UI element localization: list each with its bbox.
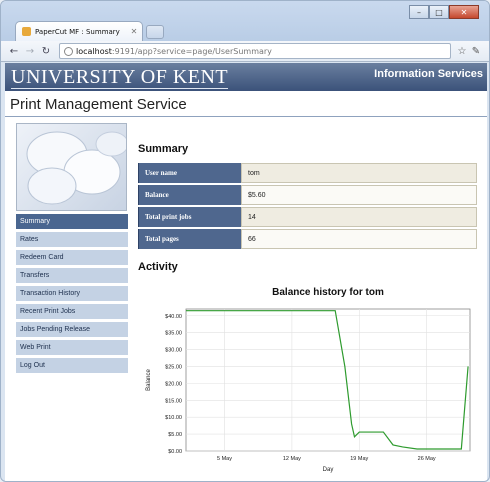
forward-icon[interactable]: → bbox=[23, 46, 37, 57]
y-tick-label: $5.00 bbox=[168, 432, 182, 438]
title-bar: PaperCut MF : Summary ✕ – □ ✕ bbox=[1, 1, 489, 41]
summary-value: 66 bbox=[241, 229, 477, 249]
summary-label: Total print jobs bbox=[138, 207, 241, 227]
header-banner: UNIVERSITY OF KENT Information Services bbox=[5, 63, 487, 91]
y-tick-label: $40.00 bbox=[165, 314, 182, 320]
summary-label: User name bbox=[138, 163, 241, 183]
tab-title: PaperCut MF : Summary bbox=[35, 27, 120, 36]
address-bar[interactable]: localhost:9191/app?service=page/UserSumm… bbox=[59, 43, 451, 59]
page-title: Print Management Service bbox=[5, 91, 487, 117]
y-tick-label: $25.00 bbox=[165, 364, 182, 370]
y-tick-label: $35.00 bbox=[165, 331, 182, 337]
y-tick-label: $0.00 bbox=[168, 449, 182, 455]
url-path: :9191/app?service=page/UserSummary bbox=[111, 46, 272, 56]
paper-rolls-illustration bbox=[26, 131, 126, 205]
browser-window: PaperCut MF : Summary ✕ – □ ✕ ← → ↻ loca… bbox=[0, 0, 490, 482]
x-tick-label: 12 May bbox=[283, 456, 301, 462]
chart-title: Balance history for tom bbox=[272, 287, 384, 298]
sidebar-item-redeem-card[interactable]: Redeem Card bbox=[16, 250, 128, 265]
minimize-icon[interactable]: – bbox=[409, 5, 429, 19]
activity-heading: Activity bbox=[138, 261, 178, 273]
main-content: Summary User name tom Balance $5.60 Total pr… bbox=[138, 123, 482, 273]
url-host: localhost bbox=[76, 46, 112, 56]
bookmark-star-icon[interactable]: ☆ bbox=[455, 46, 469, 57]
tab-close-icon[interactable]: ✕ bbox=[129, 27, 139, 36]
summary-heading: Summary bbox=[138, 143, 189, 155]
new-tab-button[interactable] bbox=[146, 25, 164, 39]
x-tick-label: 26 May bbox=[418, 456, 436, 462]
sidebar-item-jobs-pending-release[interactable]: Jobs Pending Release bbox=[16, 322, 128, 337]
balance-chart-svg: Balance history for tom $0.00 $5.00 $10.00 $… bbox=[146, 287, 471, 473]
plot-area bbox=[185, 308, 471, 452]
paper-rolls-image bbox=[16, 123, 127, 211]
sidebar-item-log-out[interactable]: Log Out bbox=[16, 358, 128, 373]
summary-row: Total pages 66 bbox=[138, 229, 477, 249]
sidebar-nav: Summary Rates Redeem Card Transfers Transact… bbox=[16, 214, 128, 373]
sidebar-item-web-print[interactable]: Web Print bbox=[16, 340, 128, 355]
sidebar-item-transfers[interactable]: Transfers bbox=[16, 268, 128, 283]
browser-toolbar: ← → ↻ localhost:9191/app?service=page/Us… bbox=[1, 41, 489, 62]
y-tick-label: $20.00 bbox=[165, 381, 182, 387]
y-tick-label: $30.00 bbox=[165, 348, 182, 354]
y-axis-label: Balance bbox=[146, 368, 152, 390]
summary-row: User name tom bbox=[138, 163, 477, 183]
summary-row: Total print jobs 14 bbox=[138, 207, 477, 227]
sidebar: Summary Rates Redeem Card Transfers Transact… bbox=[16, 123, 128, 373]
summary-value: 14 bbox=[241, 207, 477, 227]
y-tick-label: $15.00 bbox=[165, 398, 182, 404]
x-tick-label: 5 May bbox=[217, 456, 232, 462]
close-icon[interactable]: ✕ bbox=[449, 5, 479, 19]
maximize-icon[interactable]: □ bbox=[429, 5, 449, 19]
reload-icon[interactable]: ↻ bbox=[39, 46, 53, 57]
x-axis-label: Day bbox=[323, 467, 334, 473]
summary-label: Total pages bbox=[138, 229, 241, 249]
summary-row: Balance $5.60 bbox=[138, 185, 477, 205]
department-name: Information Services bbox=[374, 68, 483, 80]
sidebar-item-transaction-history[interactable]: Transaction History bbox=[16, 286, 128, 301]
summary-value: $5.60 bbox=[241, 185, 477, 205]
x-tick-label: 19 May bbox=[350, 456, 368, 462]
page-info-icon[interactable] bbox=[64, 46, 73, 56]
summary-value: tom bbox=[241, 163, 477, 183]
window-controls: – □ ✕ bbox=[409, 5, 479, 19]
back-icon[interactable]: ← bbox=[7, 46, 21, 57]
wrench-menu-icon[interactable]: ✎ bbox=[469, 46, 483, 57]
sidebar-item-summary[interactable]: Summary bbox=[16, 214, 128, 229]
sidebar-item-rates[interactable]: Rates bbox=[16, 232, 128, 247]
balance-chart: Balance history for tom $0.00 $5.00 $10.00 $… bbox=[138, 281, 478, 481]
summary-table: User name tom Balance $5.60 Total print jobs… bbox=[138, 161, 477, 251]
y-tick-label: $10.00 bbox=[165, 415, 182, 421]
browser-tab[interactable]: PaperCut MF : Summary ✕ bbox=[15, 21, 143, 41]
university-logo-text[interactable]: UNIVERSITY OF KENT bbox=[11, 66, 229, 89]
papercut-favicon-icon bbox=[22, 27, 31, 36]
sidebar-item-recent-print-jobs[interactable]: Recent Print Jobs bbox=[16, 304, 128, 319]
summary-label: Balance bbox=[138, 185, 241, 205]
page-content: UNIVERSITY OF KENT Information Services … bbox=[5, 63, 487, 481]
